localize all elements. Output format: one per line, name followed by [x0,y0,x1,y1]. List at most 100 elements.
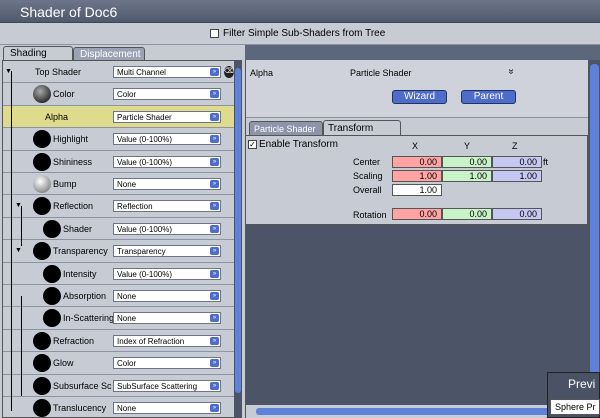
shader-swatch-icon [33,376,51,395]
preview-shape-select[interactable]: Sphere Pr [550,399,600,415]
preview-window[interactable]: Previ Sphere Pr [547,372,600,418]
filter-checkbox-wrap[interactable]: Filter Simple Sub-Shaders from Tree [210,28,385,39]
shader-type-dropdown[interactable]: None » [113,290,221,302]
scaling-x-field[interactable]: 1.00 [392,170,442,182]
shader-type-dropdown[interactable]: None » [113,402,221,414]
tree-row[interactable]: In-Scattering None » [3,307,234,330]
enable-transform-checkbox[interactable]: ✓ [248,140,257,149]
tree-row[interactable]: ▼ Top Shader Multi Channel» ⌫ [3,61,234,84]
right-scrollbar[interactable] [588,60,600,418]
col-x-header: X [412,141,419,151]
rotation-z-field[interactable]: 0.00 [492,208,542,220]
col-z-header: Z [512,141,518,151]
tab-particle-shader[interactable]: Particle Shader [249,121,323,135]
shader-swatch-icon [33,197,51,216]
shader-type-dropdown[interactable]: Value (0-100%) » [113,222,221,235]
shader-type-dropdown[interactable]: Reflection » [113,200,221,213]
shader-type-dropdown[interactable]: Value (0-100%) » [113,133,221,146]
dropdown-arrow-icon[interactable]: » [210,247,219,256]
tree-row[interactable]: Glow Color » [3,352,234,375]
shader-type-dropdown[interactable]: Color » [113,88,221,101]
dropdown-arrow-icon[interactable]: » [210,90,219,99]
tree-row[interactable]: Color Color » [3,83,234,106]
dropdown-value: Reflection [117,202,153,212]
dropdown-arrow-icon[interactable]: » [210,404,219,412]
tree-row-label: Translucency [53,403,107,413]
rotation-y-field[interactable]: 0.00 [442,208,492,220]
shader-type-dropdown[interactable]: Color » [113,357,221,370]
tree-row[interactable]: Translucency None » [3,397,234,417]
dropdown-arrow-icon[interactable]: » [210,269,219,278]
rotation-x-field[interactable]: 0.00 [392,208,442,220]
tree-row-label: Refraction [53,335,95,346]
dropdown-arrow-icon[interactable]: » [210,292,219,300]
scaling-y-field[interactable]: 1.00 [442,170,492,182]
tree-scrollbar[interactable] [234,60,242,418]
window-title: Shader of Doc6 [20,4,118,20]
tree-row[interactable]: Refraction Index of Refraction » [3,330,234,353]
scaling-z-field[interactable]: 1.00 [492,170,542,182]
tree-row[interactable]: Shader Value (0-100%) » [3,218,234,241]
window-title-bar: Shader of Doc6 [0,0,600,23]
tree-row[interactable]: Subsurface Sc SubSurface Scattering » [3,375,234,397]
tree-scrollbar-thumb[interactable] [235,68,241,393]
tree-row[interactable]: Alpha Particle Shader » [3,105,234,129]
dropdown-arrow-icon[interactable]: » [210,314,219,323]
shader-type-dropdown[interactable]: Multi Channel » [113,66,221,78]
overall-label: Overall [353,185,382,195]
parent-button[interactable]: Parent [461,90,516,104]
right-scrollbar-thumb[interactable] [590,64,599,404]
tab-displacement[interactable]: Displacement [73,47,145,61]
dropdown-arrow-icon[interactable]: » [210,336,219,345]
tree-row[interactable]: Shininess Value (0-100%) » [3,151,234,173]
trash-icon[interactable]: ⌫ [224,66,234,78]
shader-type-dropdown[interactable]: SubSurface Scattering » [113,379,221,392]
dropdown-value: None [117,404,137,413]
collapse-icon[interactable]: » [505,69,516,75]
dropdown-arrow-icon[interactable]: » [210,381,219,390]
dropdown-arrow-icon[interactable]: » [210,202,219,211]
center-z-field[interactable]: 0.00 [492,156,542,168]
tree-row[interactable]: Highlight Value (0-100%) » [3,128,234,151]
tree-row[interactable]: ▼ Reflection Reflection» [3,195,234,218]
tab-shading[interactable]: Shading [3,46,73,61]
overall-field[interactable]: 1.00 [392,184,442,196]
center-y-field[interactable]: 0.00 [442,156,492,168]
dropdown-arrow-icon[interactable]: » [210,157,219,166]
tree-row[interactable]: Bump None » [3,173,234,196]
expand-triangle-icon[interactable]: ▼ [15,247,22,254]
tree-row[interactable]: ▼ Transparency Transparency » [3,240,234,263]
shader-type-dropdown[interactable]: Value (0-100%) » [113,267,221,280]
shader-swatch-icon [33,130,51,149]
shader-type-dropdown[interactable]: Value (0-100%) » [113,155,221,168]
filter-label: Filter Simple Sub-Shaders from Tree [223,28,386,39]
tree-row-label: Top Shader [35,67,82,77]
shader-swatch-icon [43,264,61,283]
enable-transform-label: Enable Transform [259,139,338,150]
horizontal-scrollbar[interactable] [256,408,588,415]
tree-row[interactable]: Intensity Value (0-100%) » [3,263,234,285]
wizard-button[interactable]: Wizard [392,90,447,104]
shader-type-dropdown[interactable]: None » [113,312,221,325]
tab-transform[interactable]: Transform [323,120,401,135]
dropdown-arrow-icon[interactable]: » [210,359,219,368]
shader-type-dropdown[interactable]: Transparency » [113,245,221,258]
shader-type-dropdown[interactable]: Index of Refraction » [113,334,221,347]
shader-tree: ▼ Top Shader Multi Channel» ⌫ Color Color» Alp… [2,60,234,418]
filter-checkbox[interactable] [210,29,219,38]
tree-row[interactable]: Absorption None » [3,285,234,308]
shader-swatch-icon [33,399,51,417]
dropdown-arrow-icon[interactable]: » [210,135,219,144]
dropdown-value: Value (0-100%) [117,135,172,145]
dropdown-arrow-icon[interactable]: » [210,224,219,233]
shader-swatch-icon [33,152,51,171]
shader-type-dropdown[interactable]: Particle Shader » [113,110,221,123]
dropdown-arrow-icon[interactable]: » [210,112,219,121]
dropdown-arrow-icon[interactable]: » [210,180,219,188]
tree-row-label: Reflection [53,201,94,212]
dropdown-arrow-icon[interactable]: » [210,68,219,76]
shader-type-dropdown[interactable]: None » [113,178,221,190]
enable-transform-wrap[interactable]: ✓ Enable Transform [248,139,338,150]
center-x-field[interactable]: 0.00 [392,156,442,168]
tree-row-label: Intensity [63,268,97,279]
